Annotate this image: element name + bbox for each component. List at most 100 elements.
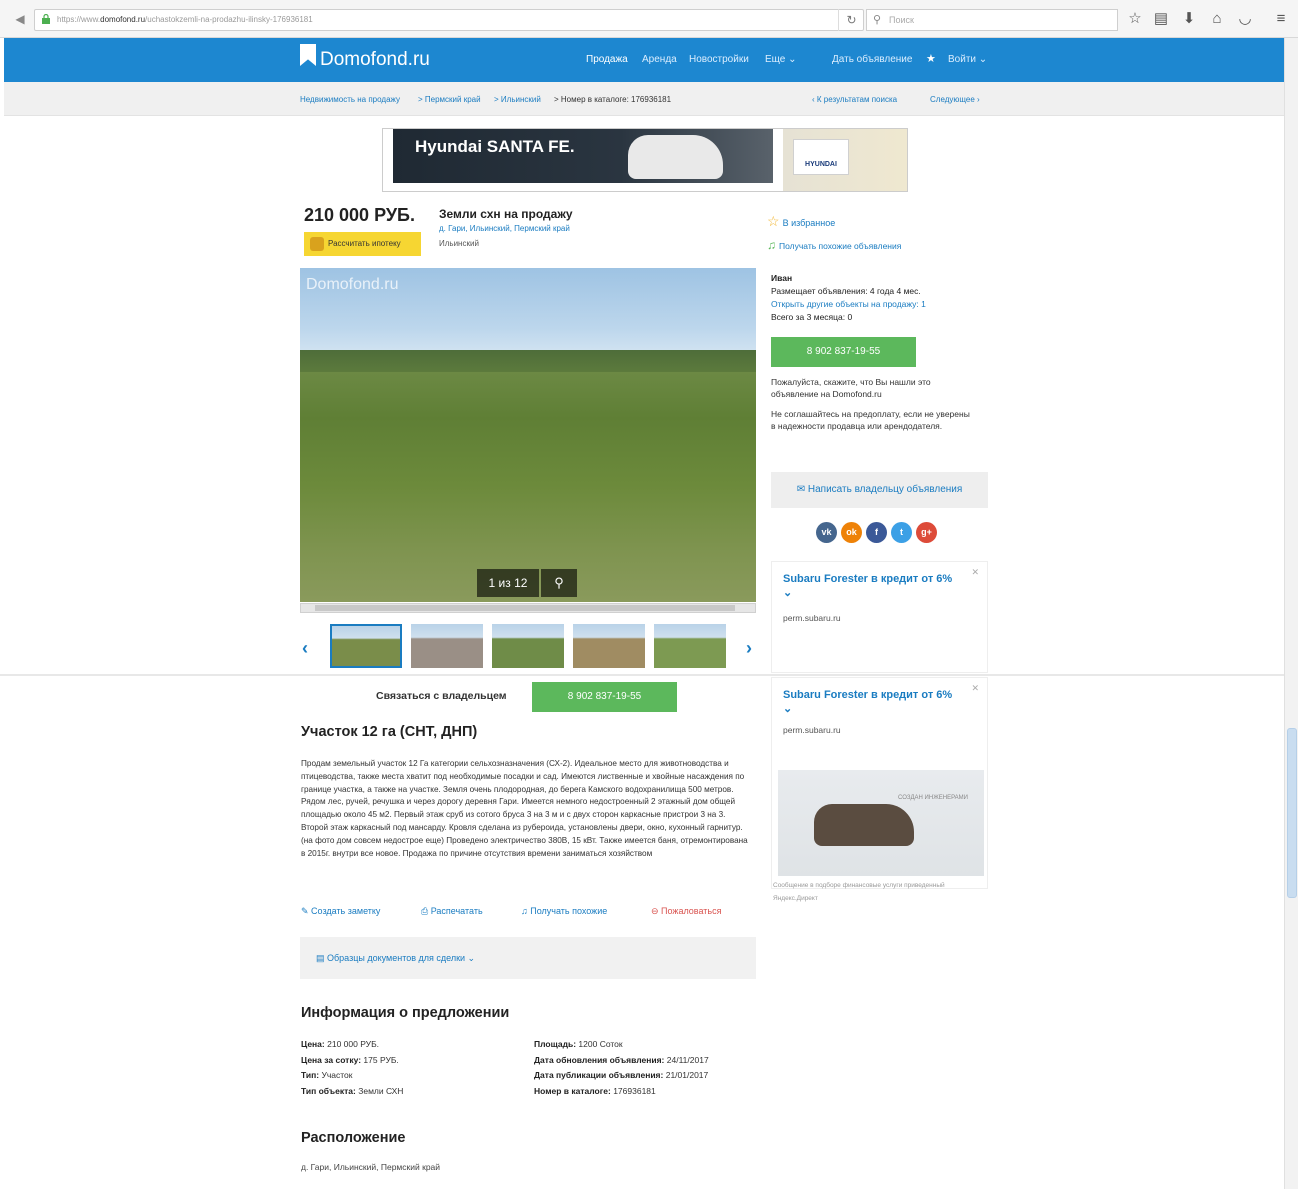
breadcrumb-item[interactable]: > Пермский край	[418, 95, 481, 104]
main-photo[interactable]: Domofond.ru	[300, 268, 756, 602]
address-bar[interactable]: https://www.domofond.ru/uchastokzemli-na…	[34, 9, 864, 31]
photo-thumbnail[interactable]	[573, 624, 645, 668]
ad-disclaimer: Сообщение в подборе финансовые услуги пр…	[773, 882, 945, 889]
print-button[interactable]: ⎙ Распечатать	[421, 906, 483, 917]
nav-sale[interactable]: Продажа	[586, 54, 628, 65]
yandex-direct-label: Яндекс.Директ	[773, 895, 818, 902]
breadcrumb: Недвижимость на продажу > Пермский край …	[4, 82, 1284, 116]
zoom-icon[interactable]: ⚲	[541, 569, 577, 597]
create-note-label: Создать заметку	[311, 906, 381, 916]
page-scrollbar[interactable]	[1284, 38, 1298, 1189]
reload-icon[interactable]: ↻	[838, 9, 864, 31]
seller-notes: Пожалуйста, скажите, что Вы нашли это об…	[771, 376, 971, 432]
contact-phone-button[interactable]: 8 902 837-19-55	[532, 682, 677, 712]
similar-label: Получать похожие объявления	[779, 241, 902, 251]
documents-label: Образцы документов для сделки ⌄	[327, 953, 476, 963]
info-key: Дата обновления объявления:	[534, 1054, 665, 1065]
home-icon[interactable]: ⌂	[1208, 10, 1226, 28]
ok-icon[interactable]: ok	[841, 522, 862, 543]
vk-icon[interactable]: vk	[816, 522, 837, 543]
banner-ad-title: Hyundai SANTA FE.	[415, 137, 575, 156]
similar-listings-link[interactable]: ♫ Получать похожие объявления	[767, 238, 901, 252]
seller-other-listings-link[interactable]: Открыть другие объекты на продажу: 1	[771, 298, 926, 311]
photo-thumbnail[interactable]	[492, 624, 564, 668]
info-row: Цена за сотку: 175 РУБ.	[301, 1053, 403, 1069]
back-icon[interactable]: ◀	[12, 12, 28, 26]
logo-mark-icon	[300, 44, 316, 66]
documents-dropdown[interactable]: ▤ Образцы документов для сделки ⌄	[300, 937, 756, 979]
close-icon[interactable]: ✕	[971, 683, 979, 694]
offer-info-left: Цена: 210 000 РУБ. Цена за сотку: 175 РУ…	[301, 1037, 403, 1099]
envelope-icon: ✉	[796, 484, 808, 495]
chevron-right-icon[interactable]: ›	[746, 638, 752, 659]
browser-toolbar: ◀ https://www.domofond.ru/uchastokzemli-…	[0, 0, 1298, 38]
calculator-icon	[310, 237, 324, 251]
favorites-star-icon[interactable]: ★	[926, 52, 936, 65]
report-icon: ⊖	[651, 906, 662, 916]
car-image	[628, 135, 723, 179]
create-note-button[interactable]: ✎ Создать заметку	[301, 906, 380, 917]
side-ad-title[interactable]: Subaru Forester в кредит от 6% ⌄	[783, 688, 953, 716]
breadcrumb-item[interactable]: Недвижимость на продажу	[300, 95, 400, 104]
info-key: Тип объекта:	[301, 1085, 356, 1096]
photo-watermark: Domofond.ru	[306, 276, 399, 293]
banner-ad-brand-area: HYUNDAI	[783, 129, 907, 191]
back-to-results-link[interactable]: ‹ К результатам поиска	[812, 95, 897, 104]
facebook-icon[interactable]: f	[866, 522, 887, 543]
info-value: Участок	[321, 1070, 353, 1080]
menu-icon[interactable]: ≡	[1272, 10, 1290, 28]
photo-counter: 1 из 12	[477, 569, 539, 597]
bookmark-star-icon[interactable]: ☆	[1126, 10, 1144, 28]
listing-address[interactable]: д. Гари, Ильинский, Пермский край	[439, 224, 570, 233]
offer-info-heading: Информация о предложении	[301, 1005, 510, 1021]
report-button[interactable]: ⊖ Пожаловаться	[651, 906, 721, 917]
page-scrollbar-thumb[interactable]	[1287, 728, 1297, 898]
post-ad-link[interactable]: Дать объявление	[832, 54, 912, 65]
note-domofond: Пожалуйста, скажите, что Вы нашли это об…	[771, 377, 931, 399]
similar-button[interactable]: ♫ Получать похожие	[521, 906, 607, 916]
browser-search-input[interactable]: ⚲ Поиск	[866, 9, 1118, 31]
login-link[interactable]: Войти ⌄	[948, 54, 987, 65]
seller-since: Размещает объявления: 4 года 4 мес.	[771, 286, 921, 296]
chevron-left-icon[interactable]: ‹	[302, 638, 308, 659]
info-key: Дата публикации объявления:	[534, 1070, 664, 1080]
info-key: Цена:	[301, 1039, 325, 1049]
gallery-scrollbar-thumb[interactable]	[315, 605, 735, 611]
banner-ad[interactable]: Hyundai SANTA FE. HYUNDAI	[382, 128, 908, 192]
site-logo[interactable]: Domofond.ru	[300, 44, 430, 76]
photo-thumbnail[interactable]	[411, 624, 483, 668]
side-ad-title[interactable]: Subaru Forester в кредит от 6% ⌄	[783, 572, 953, 600]
next-listing-link[interactable]: Следующее ›	[930, 95, 980, 104]
nav-newbuilds[interactable]: Новостройки	[689, 54, 749, 65]
side-ad-caption: СОЗДАН ИНЖЕНЕРАМИ	[898, 795, 968, 801]
side-ad[interactable]: Subaru Forester в кредит от 6% ⌄ ✕ perm.…	[771, 561, 988, 673]
search-placeholder: Поиск	[889, 15, 914, 25]
seller-name: Иван	[771, 273, 793, 283]
side-ad[interactable]: Subaru Forester в кредит от 6% ⌄ ✕ perm.…	[771, 677, 988, 889]
photo-thumbnail[interactable]	[330, 624, 402, 668]
lock-icon	[42, 14, 50, 24]
nav-more[interactable]: Еще ⌄	[765, 54, 797, 65]
close-icon[interactable]: ✕	[971, 567, 979, 578]
nav-rent[interactable]: Аренда	[642, 54, 677, 65]
favorite-link[interactable]: ☆ В избранное	[767, 213, 835, 230]
pocket-icon[interactable]: ◡	[1236, 10, 1254, 28]
location-address: д. Гари, Ильинский, Пермский край	[301, 1162, 441, 1172]
url-domain: domofond.ru	[100, 15, 146, 24]
location-heading: Расположение	[301, 1130, 406, 1146]
download-icon[interactable]: ⬇	[1180, 10, 1198, 28]
message-owner-button[interactable]: ✉ Написать владельцу объявления	[771, 472, 988, 508]
library-icon[interactable]: ▤	[1152, 10, 1170, 28]
breadcrumb-item[interactable]: > Ильинский	[494, 95, 541, 104]
mortgage-button[interactable]: Рассчитать ипотеку	[304, 232, 421, 256]
info-key: Номер в каталоге:	[534, 1085, 611, 1096]
info-row: Дата публикации объявления: 21/01/2017	[534, 1068, 709, 1084]
twitter-icon[interactable]: t	[891, 522, 912, 543]
mortgage-label: Рассчитать ипотеку	[328, 239, 401, 248]
google-plus-icon[interactable]: g+	[916, 522, 937, 543]
report-label: Пожаловаться	[661, 906, 722, 916]
listing-district: Ильинский	[439, 239, 479, 248]
photo-thumbnail[interactable]	[654, 624, 726, 668]
gallery-scrollbar[interactable]	[300, 603, 756, 613]
show-phone-button[interactable]: 8 902 837-19-55	[771, 337, 916, 367]
